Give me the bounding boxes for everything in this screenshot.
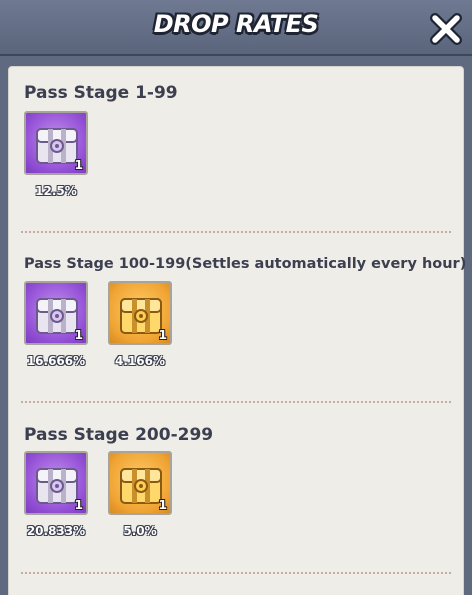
reward-card-gold-chest[interactable]: 1	[108, 281, 172, 345]
quantity-label: 1	[158, 328, 167, 342]
quantity-label: 1	[74, 158, 83, 172]
section-divider	[21, 231, 451, 233]
drop-rates-panel: Pass Stage 1-99 1 12.5% Pass Stage 100-1…	[8, 66, 467, 595]
section-title-stage-1-99: Pass Stage 1-99	[24, 83, 178, 103]
drop-rate-label: 20.833%	[26, 524, 86, 538]
drop-rate-label: 16.666%	[26, 354, 86, 368]
close-icon	[430, 13, 462, 45]
quantity-label: 1	[74, 498, 83, 512]
section-title-stage-200-299: Pass Stage 200-299	[24, 425, 214, 445]
quantity-label: 1	[158, 498, 167, 512]
drop-rate-label: 5.0%	[123, 524, 157, 538]
section-divider	[21, 401, 451, 403]
quantity-label: 1	[74, 328, 83, 342]
reward-card-purple-chest[interactable]: 1	[24, 111, 88, 175]
close-button[interactable]	[428, 12, 464, 46]
reward-card-gold-chest[interactable]: 1	[108, 451, 172, 515]
header-bar: DROP RATES	[0, 0, 472, 56]
section-title-stage-100-199: Pass Stage 100-199(Settles automatically…	[24, 256, 467, 272]
reward-card-purple-chest[interactable]: 1	[24, 451, 88, 515]
section-divider	[21, 572, 451, 574]
page-title: DROP RATES	[153, 10, 319, 38]
drop-rate-label: 12.5%	[35, 184, 77, 198]
drop-rate-label: 4.166%	[115, 354, 165, 368]
reward-card-purple-chest[interactable]: 1	[24, 281, 88, 345]
